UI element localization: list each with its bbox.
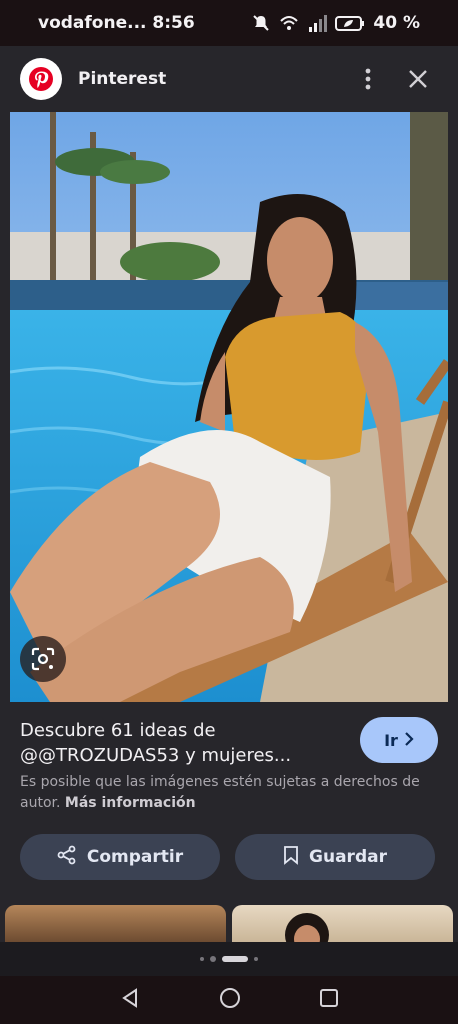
related-image-thumbnail[interactable]: [232, 905, 453, 943]
save-button[interactable]: Guardar: [235, 834, 435, 880]
share-icon: [57, 845, 77, 870]
go-button[interactable]: Ir: [360, 717, 438, 763]
go-button-label: Ir: [384, 730, 398, 750]
page-indicator: [0, 942, 458, 976]
recents-icon[interactable]: [319, 988, 339, 1012]
page-dot: [200, 957, 204, 961]
save-label: Guardar: [309, 847, 387, 867]
share-label: Compartir: [86, 847, 184, 867]
battery-level: 40 %: [373, 13, 420, 33]
bookmark-icon: [283, 845, 299, 870]
related-image-thumbnail[interactable]: [5, 905, 226, 943]
system-nav-bar: [0, 976, 458, 1024]
status-bar: vodafone... 8:56 40 %: [0, 0, 458, 46]
result-title[interactable]: Descubre 61 ideas de @@TROZUDAS53 y muje…: [20, 718, 330, 768]
page-dot: [210, 956, 216, 962]
mute-icon: [251, 13, 271, 33]
close-icon[interactable]: [398, 59, 438, 99]
page-dot-active: [222, 956, 248, 962]
more-info-link[interactable]: Más información: [65, 795, 196, 811]
google-lens-icon[interactable]: [20, 636, 66, 682]
share-button[interactable]: Compartir: [20, 834, 220, 880]
pinterest-logo-icon: [20, 58, 62, 100]
home-icon[interactable]: [218, 986, 242, 1014]
app-header: Pinterest: [0, 46, 458, 112]
carrier-time: vodafone... 8:56: [38, 13, 195, 33]
image-viewer: [0, 112, 458, 702]
battery-saver-icon: [335, 13, 365, 33]
chevron-right-icon: [404, 731, 414, 750]
page-dot: [254, 957, 258, 961]
back-icon[interactable]: [119, 987, 141, 1013]
main-photo[interactable]: [10, 112, 448, 702]
signal-icon: [307, 13, 328, 33]
wifi-icon: [279, 13, 299, 33]
more-vert-icon[interactable]: [348, 59, 388, 99]
app-title: Pinterest: [78, 69, 167, 89]
copyright-note: Es posible que las imágenes estén sujeta…: [20, 772, 440, 814]
